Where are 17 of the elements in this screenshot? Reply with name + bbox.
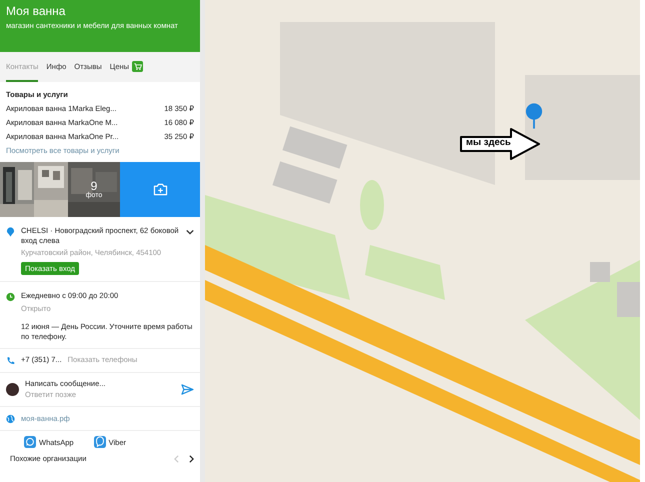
globe-icon	[6, 414, 15, 424]
chevron-down-icon[interactable]	[186, 229, 194, 235]
chevron-right-icon[interactable]	[189, 455, 194, 464]
location-pin-icon	[525, 102, 543, 130]
map-pin-icon	[6, 227, 15, 237]
place-title: Моя ванна	[6, 4, 66, 18]
scrollbar[interactable]	[200, 0, 205, 482]
clock-icon	[6, 292, 15, 302]
phone-icon	[6, 356, 15, 366]
send-icon[interactable]	[181, 384, 194, 395]
callout-label: мы здесь	[466, 137, 511, 148]
arrow-icon	[460, 128, 540, 160]
chat-bubble-icon	[24, 436, 36, 448]
avatar	[6, 383, 19, 396]
phone-bubble-icon	[94, 436, 106, 448]
camera-plus-icon	[152, 183, 168, 196]
photo-count: 9	[90, 180, 98, 192]
